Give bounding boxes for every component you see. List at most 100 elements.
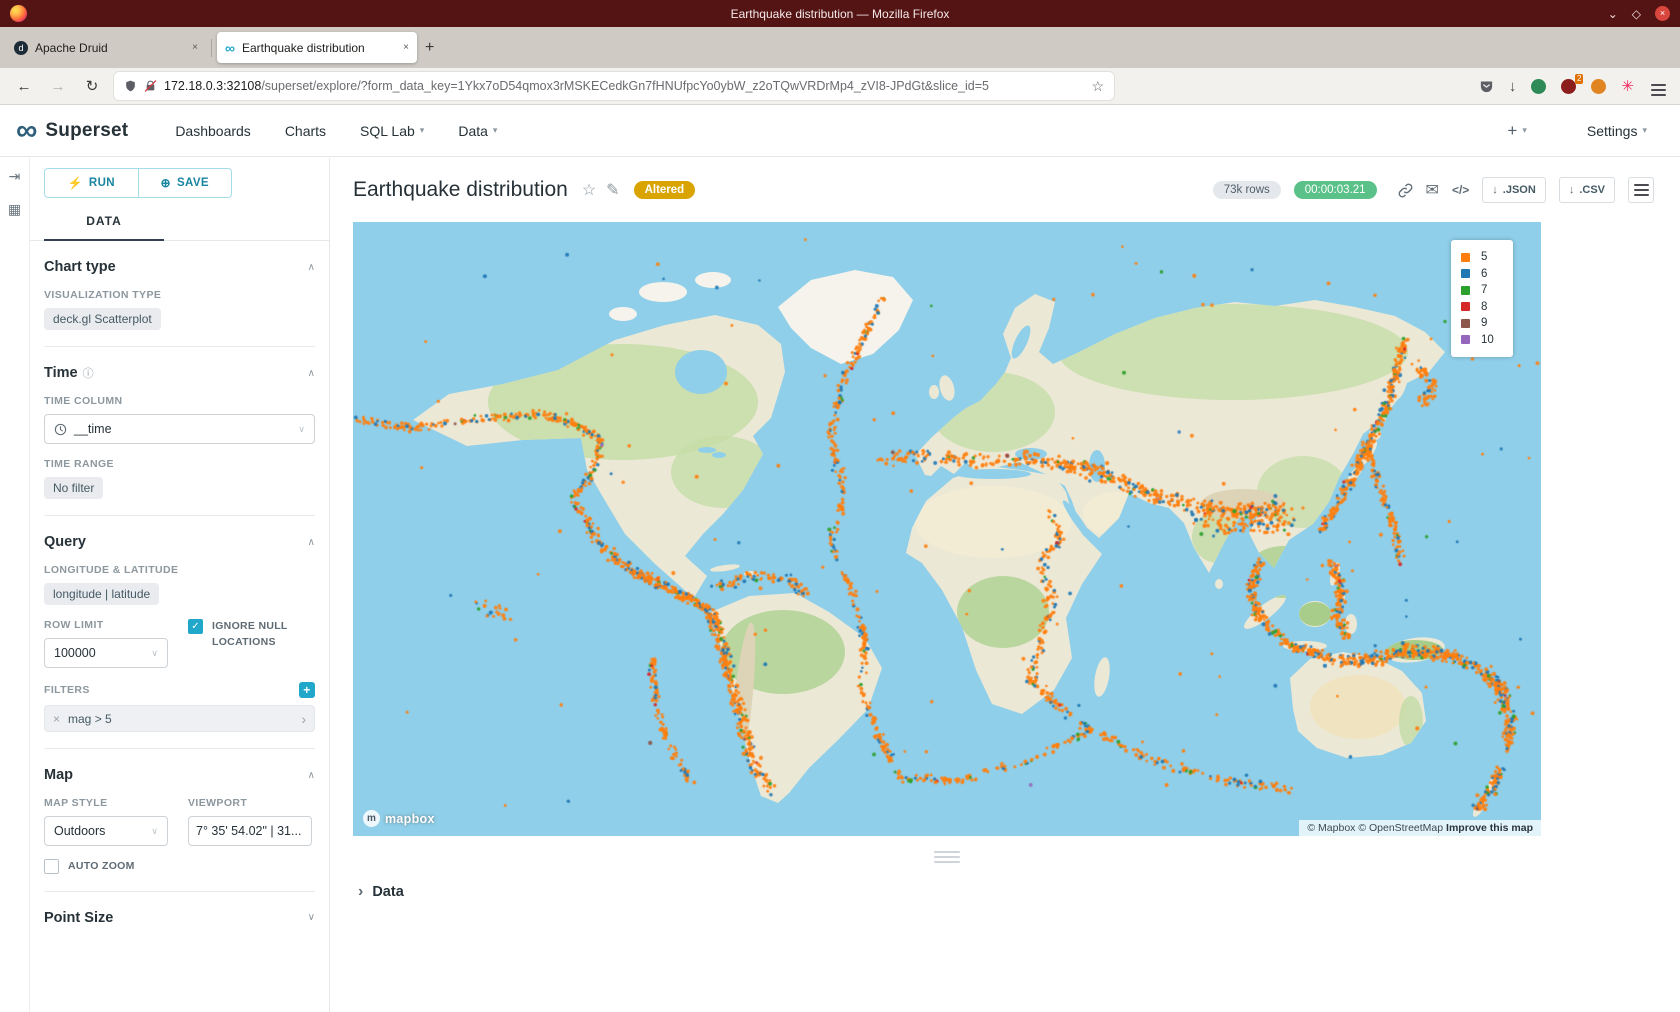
downloads-icon[interactable]: ↓ <box>1509 78 1517 95</box>
export-csv-button[interactable]: ↓.CSV <box>1559 177 1615 203</box>
caret-down-icon: ▾ <box>420 125 425 136</box>
nav-item-data[interactable]: Data▾ <box>458 123 497 139</box>
edit-properties-icon[interactable]: ✎ <box>606 180 619 200</box>
legend-swatch <box>1461 302 1470 311</box>
back-button[interactable]: ← <box>12 78 36 95</box>
new-tab-button[interactable]: + <box>425 39 434 57</box>
share-link-icon[interactable] <box>1398 183 1413 198</box>
nav-item-charts[interactable]: Charts <box>285 123 326 139</box>
legend-item: 6 <box>1461 266 1501 283</box>
superset-brand[interactable]: Superset <box>45 120 128 142</box>
nav-item-sql-lab[interactable]: SQL Lab ▾ <box>360 123 424 139</box>
improve-map-link[interactable]: Improve this map <box>1446 822 1533 834</box>
section-header[interactable]: Query ∧ <box>44 534 315 550</box>
email-icon[interactable]: ✉ <box>1426 180 1439 200</box>
map-style-value: Outdoors <box>54 824 144 838</box>
chevron-right-icon[interactable]: › <box>301 711 306 727</box>
section-header[interactable]: Timeⓘ ∧ <box>44 365 315 381</box>
clock-icon <box>54 423 67 436</box>
time-column-label: TIME COLUMN <box>44 395 315 407</box>
filter-expression: mag > 5 <box>68 712 293 726</box>
json-label: .JSON <box>1503 184 1536 196</box>
url-text[interactable]: 172.18.0.3:32108/superset/explore/?form_… <box>164 79 1084 93</box>
extension-icon-pink[interactable]: ✳ <box>1621 77 1634 95</box>
extension-icon-orange[interactable] <box>1591 79 1606 94</box>
row-limit-select[interactable]: 100000 ∨ <box>44 638 168 668</box>
section-header[interactable]: Map ∧ <box>44 767 315 783</box>
tab-data[interactable]: DATA <box>44 214 164 241</box>
query-timer-badge: 00:00:03.21 <box>1294 181 1377 199</box>
new-item-button[interactable]: +▾ <box>1507 121 1526 141</box>
nav-item-dashboards[interactable]: Dashboards <box>175 123 251 139</box>
filter-pill[interactable]: × mag > 5 › <box>44 705 315 732</box>
viewport-value-box[interactable]: 7° 35' 54.02" | 31... <box>188 816 312 846</box>
time-range-value[interactable]: No filter <box>44 477 103 499</box>
altered-badge[interactable]: Altered <box>634 181 696 199</box>
plus-icon: + <box>1507 121 1517 141</box>
pocket-icon[interactable] <box>1479 79 1494 94</box>
extension-icon-blocker[interactable]: 2 <box>1561 79 1576 94</box>
time-column-select[interactable]: __time ∨ <box>44 414 315 444</box>
resize-grip[interactable] <box>934 851 960 863</box>
map-style-select[interactable]: Outdoors ∨ <box>44 816 168 846</box>
superset-favicon: ∞ <box>225 41 235 55</box>
deckgl-map[interactable]: 5678910 m mapbox © Mapbox © OpenStreetMa… <box>353 222 1541 836</box>
superset-navbar: ∞ Superset Dashboards Charts SQL Lab ▾ Da… <box>0 105 1680 157</box>
browser-tab-earthquake-distribution[interactable]: ∞ Earthquake distribution × <box>217 32 417 63</box>
window-close-button[interactable]: × <box>1655 6 1670 21</box>
chevron-up-icon[interactable]: ∧ <box>308 537 315 548</box>
tab-close-icon[interactable]: × <box>403 42 409 53</box>
section-header[interactable]: Chart type ∧ <box>44 259 315 275</box>
ignore-null-checkbox[interactable]: ✓ <box>188 619 203 634</box>
hamburger-icon <box>1651 89 1666 91</box>
menu-button[interactable] <box>1649 75 1668 98</box>
tab-close-icon[interactable]: × <box>192 42 198 53</box>
mapbox-logo[interactable]: m mapbox <box>363 810 435 827</box>
chevron-down-icon[interactable]: ∨ <box>308 912 315 923</box>
save-button[interactable]: ⊕SAVE <box>139 168 233 198</box>
chevron-up-icon[interactable]: ∧ <box>308 262 315 273</box>
nav-label: SQL Lab <box>360 123 415 139</box>
url-bar[interactable]: 172.18.0.3:32108/superset/explore/?form_… <box>114 72 1114 100</box>
browser-toolbar: ← → ↻ 172.18.0.3:32108/superset/explore/… <box>0 68 1680 105</box>
hamburger-icon <box>1634 189 1649 191</box>
mapbox-logo-text: mapbox <box>385 812 435 826</box>
legend-item: 10 <box>1461 332 1501 349</box>
chart-menu-button[interactable] <box>1628 177 1654 203</box>
remove-filter-icon[interactable]: × <box>53 712 60 726</box>
embed-code-icon[interactable]: </> <box>1452 183 1469 197</box>
section-title: Map <box>44 767 73 783</box>
run-button[interactable]: ⚡RUN <box>44 168 139 198</box>
chevron-up-icon[interactable]: ∧ <box>308 368 315 379</box>
settings-menu[interactable]: Settings▾ <box>1587 123 1647 139</box>
panel-tabs: DATA <box>30 214 329 241</box>
browser-tab-apache-druid[interactable]: d Apache Druid × <box>6 32 206 63</box>
window-maximize-button[interactable]: ◇ <box>1632 8 1641 20</box>
extension-icon-green[interactable] <box>1531 79 1546 94</box>
legend-item: 7 <box>1461 282 1501 299</box>
shield-icon[interactable] <box>124 79 137 93</box>
lonlat-value[interactable]: longitude | latitude <box>44 583 159 605</box>
viewport-label: VIEWPORT <box>188 797 312 809</box>
auto-zoom-checkbox[interactable] <box>44 859 59 874</box>
insecure-lock-icon[interactable] <box>144 79 157 93</box>
chevron-up-icon[interactable]: ∧ <box>308 770 315 781</box>
save-icon: ⊕ <box>160 176 170 190</box>
favorite-star-icon[interactable]: ☆ <box>582 180 596 200</box>
collapse-panel-icon[interactable]: ⇥ <box>9 168 21 185</box>
legend-swatch <box>1461 319 1470 328</box>
ignore-null-label: IGNORE NULL LOCATIONS <box>212 619 308 651</box>
bookmark-star-icon[interactable]: ☆ <box>1091 78 1104 95</box>
export-json-button[interactable]: ↓.JSON <box>1482 177 1546 203</box>
window-minimize-button[interactable]: ⌄ <box>1608 8 1618 20</box>
reload-button[interactable]: ↻ <box>80 77 104 95</box>
viz-type-value[interactable]: deck.gl Scatterplot <box>44 308 161 330</box>
forward-button: → <box>46 78 70 95</box>
auto-zoom-label: AUTO ZOOM <box>68 859 135 875</box>
data-panel-toggle[interactable]: › Data <box>353 883 1541 901</box>
dataset-grid-icon[interactable]: ▦ <box>8 201 21 218</box>
add-filter-button[interactable]: + <box>299 682 315 698</box>
superset-logo-icon[interactable]: ∞ <box>16 116 37 146</box>
section-header[interactable]: Point Size ∨ <box>44 910 315 926</box>
chart-title: Earthquake distribution <box>353 178 568 202</box>
